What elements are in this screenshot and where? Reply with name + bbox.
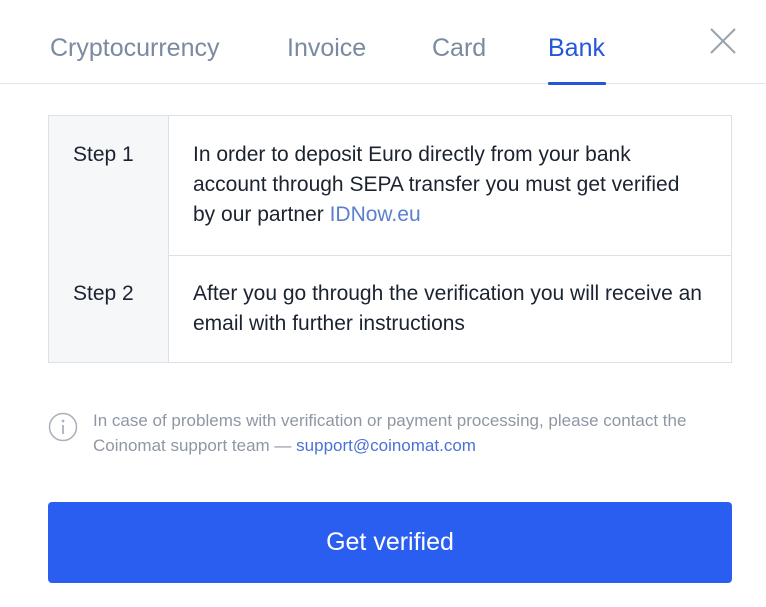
- step-row: Step 1 In order to deposit Euro directly…: [49, 116, 731, 256]
- tab-bank[interactable]: Bank: [548, 31, 605, 65]
- deposit-tabs: Cryptocurrency Invoice Card Bank: [0, 0, 766, 85]
- get-verified-button[interactable]: Get verified: [48, 502, 732, 583]
- step-description-text: After you go through the verification yo…: [193, 282, 702, 335]
- info-icon: [48, 412, 78, 442]
- idnow-link[interactable]: IDNow.eu: [330, 203, 421, 226]
- tab-invoice[interactable]: Invoice: [287, 31, 366, 65]
- step-description-text: In order to deposit Euro directly from y…: [193, 143, 680, 226]
- support-notice: In case of problems with verification or…: [93, 408, 743, 458]
- tab-card[interactable]: Card: [432, 31, 486, 65]
- step-description: After you go through the verification yo…: [193, 279, 703, 339]
- step-description: In order to deposit Euro directly from y…: [193, 140, 703, 230]
- step-row: Step 2 After you go through the verifica…: [49, 255, 731, 362]
- step-label: Step 1: [73, 143, 134, 166]
- active-tab-indicator: [548, 82, 606, 85]
- support-email-link[interactable]: support@coinomat.com: [296, 436, 476, 455]
- step-label: Step 2: [73, 282, 134, 305]
- close-button[interactable]: [704, 22, 742, 60]
- close-icon: [710, 28, 736, 54]
- step-label-cell: Step 1: [49, 116, 169, 255]
- steps-table: Step 1 In order to deposit Euro directly…: [48, 115, 732, 363]
- tab-cryptocurrency[interactable]: Cryptocurrency: [50, 31, 220, 65]
- step-label-cell: Step 2: [49, 255, 169, 362]
